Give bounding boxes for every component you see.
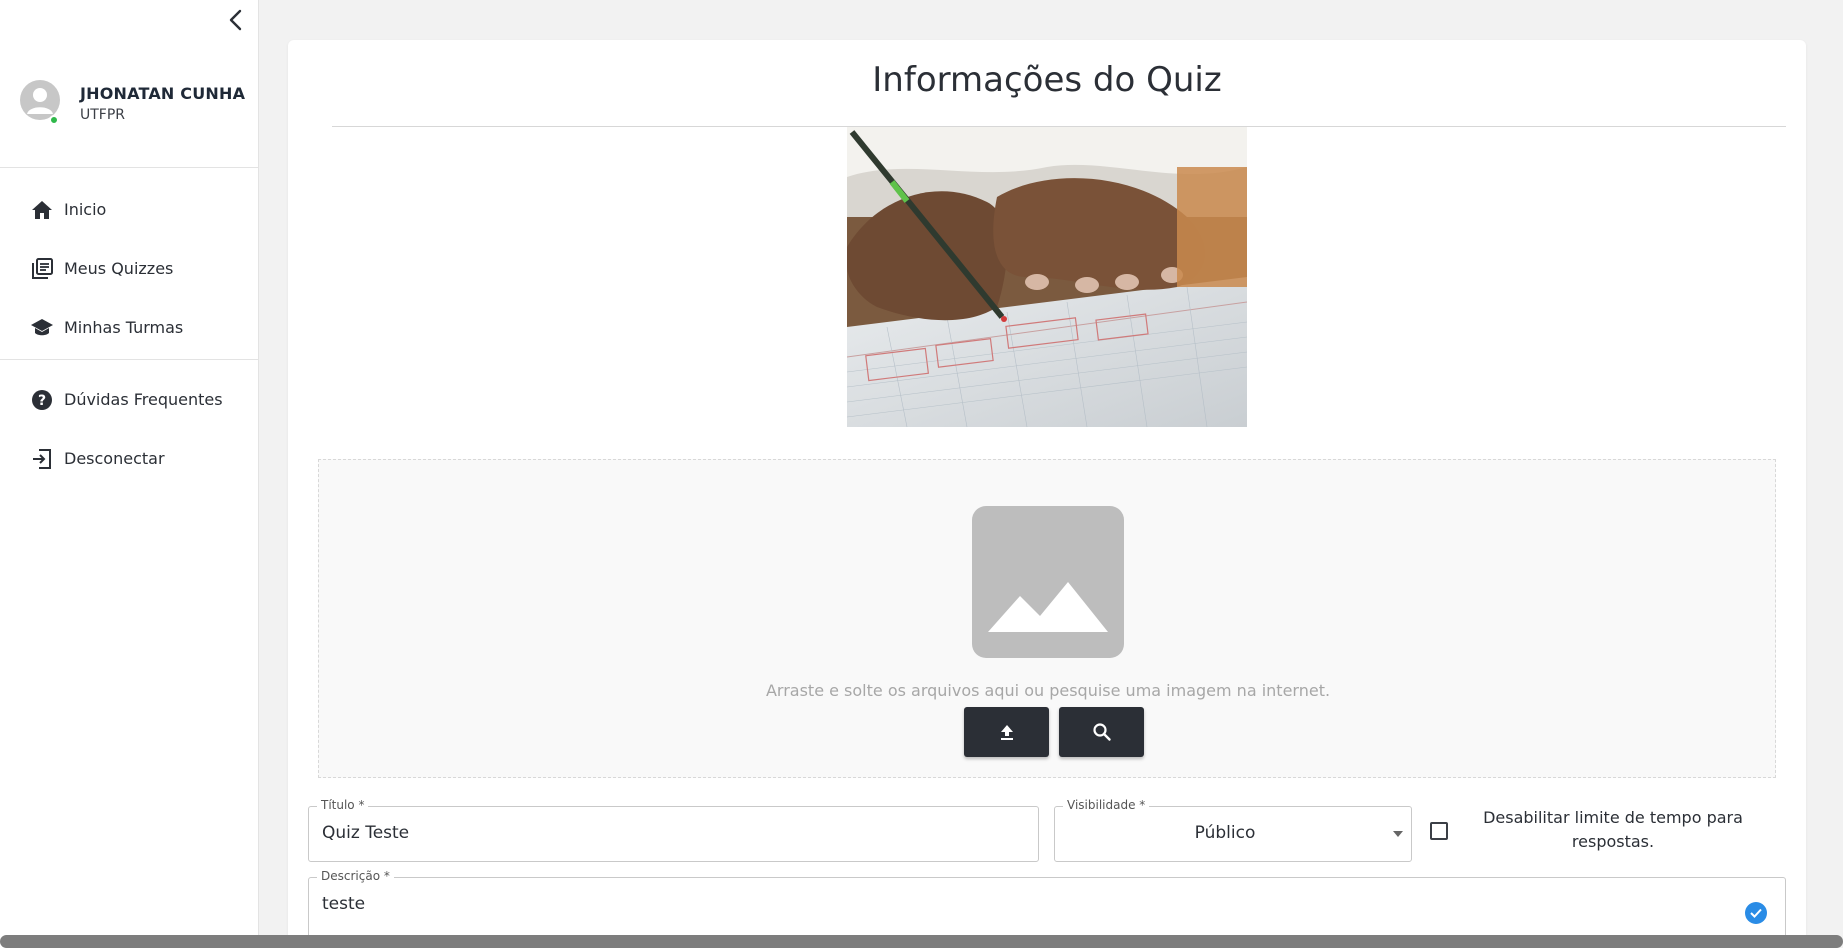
sidebar-item-label: Meus Quizzes bbox=[64, 259, 174, 278]
sidebar-item-label: Desconectar bbox=[64, 449, 165, 468]
sidebar-item-desconectar[interactable]: Desconectar bbox=[0, 429, 259, 488]
sidebar-item-label: Dúvidas Frequentes bbox=[64, 390, 223, 409]
chevron-left-icon bbox=[229, 9, 242, 31]
avatar bbox=[20, 80, 60, 120]
user-profile: JHONATAN CUNHA UTFPR bbox=[0, 64, 259, 168]
sidebar-item-inicio[interactable]: Inicio bbox=[0, 180, 259, 239]
check-circle-icon bbox=[1745, 902, 1767, 924]
description-input[interactable]: teste bbox=[322, 894, 365, 914]
sidebar-nav: Inicio Meus Quizzes Minhas Turmas ? Dúvi… bbox=[0, 180, 259, 488]
upload-icon bbox=[1000, 725, 1013, 740]
help-circle-icon: ? bbox=[30, 388, 54, 412]
visibility-field-label: Visibilidade * bbox=[1063, 798, 1150, 812]
user-organization: UTFPR bbox=[80, 107, 126, 123]
page-title: Informações do Quiz bbox=[872, 60, 1222, 100]
visibility-selected-value: Público bbox=[1194, 823, 1256, 843]
online-status-dot bbox=[49, 115, 59, 125]
logout-icon bbox=[30, 447, 54, 471]
sidebar-item-label: Minhas Turmas bbox=[64, 318, 184, 337]
sidebar-item-minhas-turmas[interactable]: Minhas Turmas bbox=[0, 298, 259, 357]
title-input[interactable]: Quiz Teste bbox=[322, 823, 409, 843]
title-field[interactable]: Título * Quiz Teste bbox=[308, 798, 1039, 862]
dropdown-arrow-icon bbox=[1393, 831, 1403, 837]
description-field-label: Descrição * bbox=[317, 869, 394, 883]
search-icon bbox=[1092, 723, 1111, 741]
sidebar-item-duvidas-frequentes[interactable]: ? Dúvidas Frequentes bbox=[0, 370, 259, 429]
visibility-select[interactable]: Visibilidade * Público bbox=[1054, 798, 1412, 862]
title-field-label: Título * bbox=[317, 798, 369, 812]
disable-time-limit-label: Desabilitar limite de tempo para respost… bbox=[1483, 808, 1743, 851]
image-dropzone[interactable]: Arraste e solte os arquivos aqui ou pesq… bbox=[318, 459, 1776, 778]
quiz-info-card: Informações do Quiz Arraste e solte os a… bbox=[288, 40, 1806, 948]
sidebar: JHONATAN CUNHA UTFPR Inicio Meus Quizzes bbox=[0, 0, 259, 948]
quiz-cover-image bbox=[847, 127, 1247, 427]
collapse-sidebar-button[interactable] bbox=[222, 6, 250, 34]
school-icon bbox=[30, 316, 54, 340]
svg-text:?: ? bbox=[38, 393, 46, 409]
search-image-button[interactable] bbox=[1059, 707, 1144, 757]
disable-time-limit-checkbox[interactable] bbox=[1430, 822, 1448, 840]
nav-divider bbox=[0, 359, 259, 360]
library-icon bbox=[30, 257, 54, 281]
user-name: JHONATAN CUNHA bbox=[80, 84, 246, 103]
dropzone-instructions: Arraste e solte os arquivos aqui ou pesq… bbox=[765, 681, 1331, 700]
horizontal-scrollbar[interactable] bbox=[0, 935, 1843, 948]
home-icon bbox=[30, 198, 54, 222]
upload-button[interactable] bbox=[964, 707, 1049, 757]
sidebar-item-meus-quizzes[interactable]: Meus Quizzes bbox=[0, 239, 259, 298]
image-placeholder-icon bbox=[972, 506, 1124, 658]
sidebar-item-label: Inicio bbox=[64, 200, 107, 219]
